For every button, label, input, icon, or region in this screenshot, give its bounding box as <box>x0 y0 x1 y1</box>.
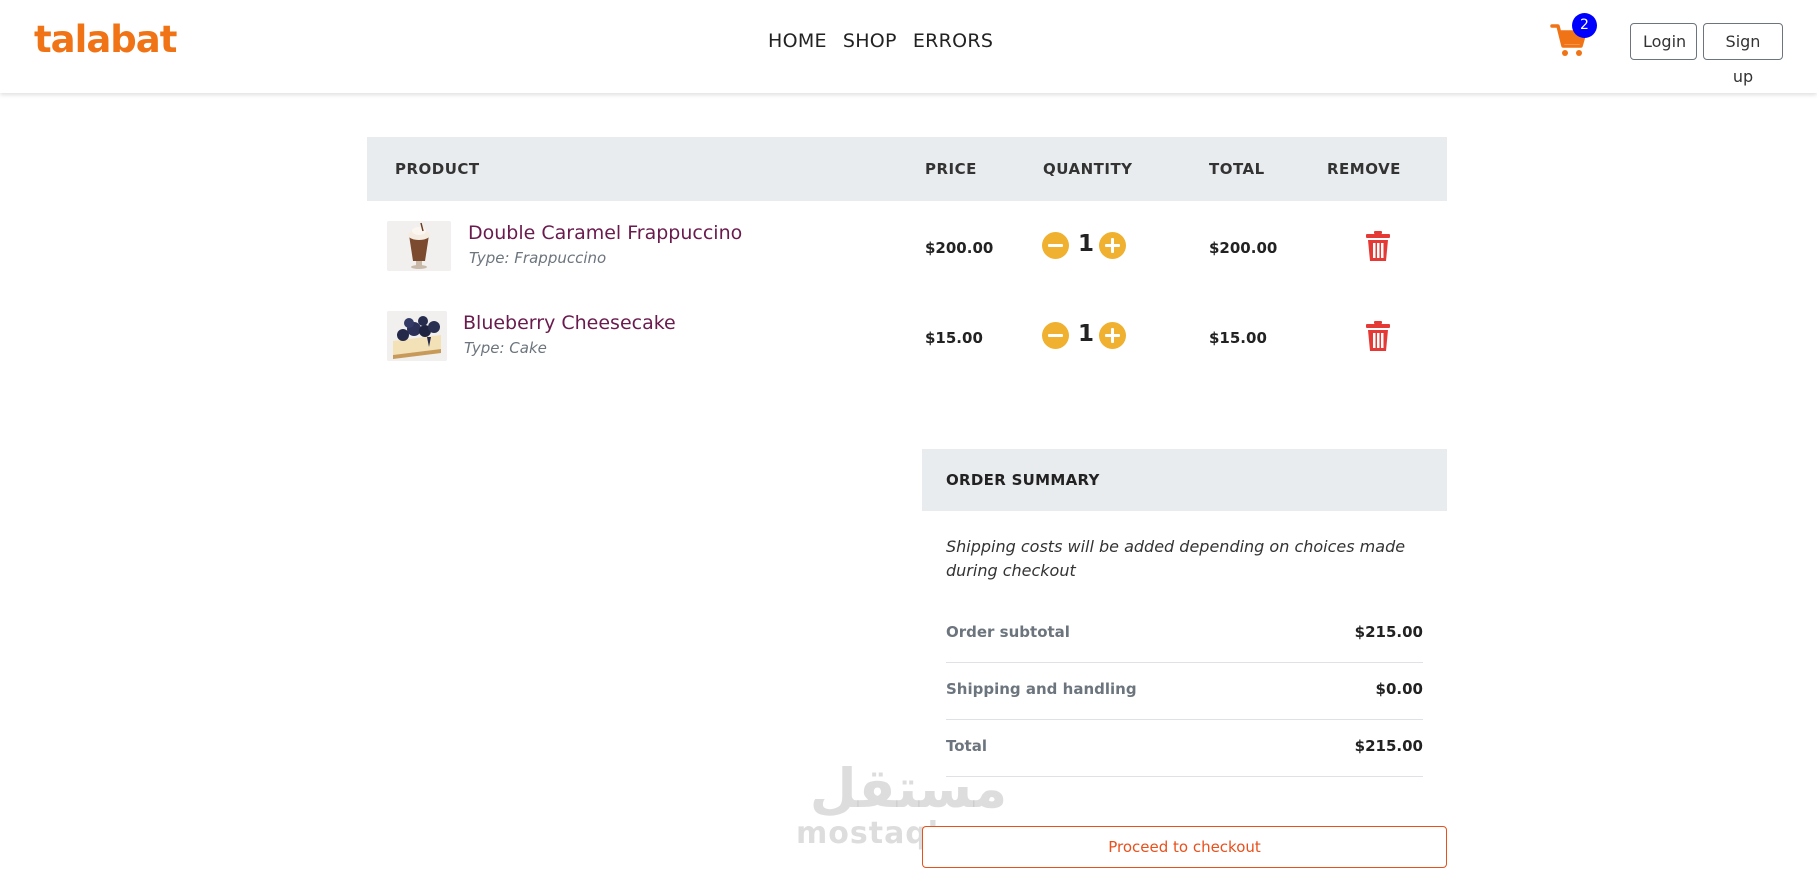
nav-link-home[interactable]: HOME <box>768 30 827 52</box>
increase-quantity-button[interactable] <box>1099 322 1126 349</box>
summary-value: $215.00 <box>1354 737 1423 755</box>
trash-icon[interactable] <box>1366 231 1390 261</box>
quantity-value: 1 <box>1078 321 1095 347</box>
cart-table-header: PRODUCT PRICE QUANTITY TOTAL REMOVE <box>367 137 1447 201</box>
summary-label: Total <box>946 737 987 755</box>
cart-row: Double Caramel Frappuccino Type: Frappuc… <box>367 201 1447 289</box>
product-total: $15.00 <box>1209 329 1267 347</box>
quantity-value: 1 <box>1078 231 1095 257</box>
product-type: Type: Frappuccino <box>469 249 607 267</box>
frappuccino-image <box>387 221 451 271</box>
summary-row-shipping: Shipping and handling $0.00 <box>946 663 1423 720</box>
product-type: Type: Cake <box>464 339 547 357</box>
proceed-to-checkout-button[interactable]: Proceed to checkout <box>922 826 1447 868</box>
summary-value: $215.00 <box>1354 623 1423 641</box>
summary-row-total: Total $215.00 <box>946 720 1423 777</box>
product-total: $200.00 <box>1209 239 1278 257</box>
cart-row: Blueberry Cheesecake Type: Cake $15.00 1… <box>367 291 1447 379</box>
product-name[interactable]: Double Caramel Frappuccino <box>468 222 742 244</box>
navbar: talabat HOME SHOP ERRORS 2 Login Sign up <box>0 0 1817 93</box>
column-header-total: TOTAL <box>1209 160 1265 178</box>
increase-quantity-button[interactable] <box>1099 232 1126 259</box>
order-summary-title: ORDER SUMMARY <box>946 471 1100 489</box>
main-nav: HOME SHOP ERRORS <box>768 30 993 52</box>
signup-button[interactable]: Sign up <box>1703 23 1783 86</box>
decrease-quantity-button[interactable] <box>1042 232 1069 259</box>
nav-link-shop[interactable]: SHOP <box>843 30 897 52</box>
login-button[interactable]: Login <box>1630 23 1697 60</box>
product-name[interactable]: Blueberry Cheesecake <box>463 312 676 334</box>
trash-icon[interactable] <box>1366 321 1390 351</box>
column-header-remove: REMOVE <box>1327 160 1401 178</box>
product-price: $200.00 <box>925 239 994 257</box>
column-header-price: PRICE <box>925 160 977 178</box>
shipping-note: Shipping costs will be added depending o… <box>946 537 1406 580</box>
product-price: $15.00 <box>925 329 983 347</box>
order-summary-header: ORDER SUMMARY <box>922 449 1447 511</box>
summary-row-subtotal: Order subtotal $215.00 <box>946 606 1423 663</box>
cart-count-badge: 2 <box>1572 13 1597 38</box>
summary-value: $0.00 <box>1375 680 1423 698</box>
column-header-quantity: QUANTITY <box>1043 160 1133 178</box>
column-header-product: PRODUCT <box>395 160 480 178</box>
brand-logo[interactable]: talabat <box>34 18 177 61</box>
summary-label: Shipping and handling <box>946 680 1137 698</box>
nav-link-errors[interactable]: ERRORS <box>913 30 993 52</box>
cheesecake-image <box>387 311 447 361</box>
summary-label: Order subtotal <box>946 623 1070 641</box>
decrease-quantity-button[interactable] <box>1042 322 1069 349</box>
